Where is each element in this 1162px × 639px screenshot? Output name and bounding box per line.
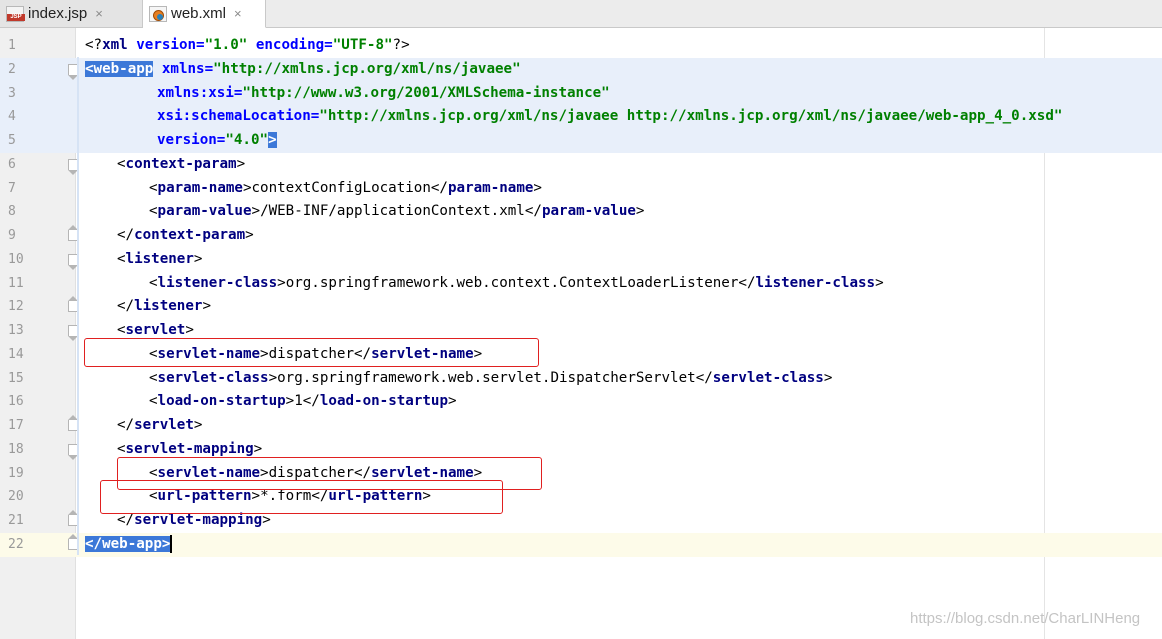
code-text: </listener> [117,298,211,315]
code-line: 9 </context-param> [0,224,1162,248]
close-icon[interactable]: × [234,6,242,21]
editor-tab-bar: JSP index.jsp × web.xml × [0,0,1162,28]
jsp-file-icon: JSP [6,5,25,22]
tab-label: web.xml [171,5,227,22]
line-number: 3 [8,85,16,101]
line-number: 10 [8,251,24,267]
line-number: 8 [8,204,16,220]
watermark: https://blog.csdn.net/CharLINHeng [910,610,1141,627]
code-text: xmlns:xsi="http://www.w3.org/2001/XMLSch… [157,84,610,101]
annotation-box-servlet-name [84,338,539,367]
line-number: 7 [8,180,16,196]
text-caret [170,534,173,553]
line-number: 4 [8,109,16,125]
code-line-current: 22 </web-app> [0,532,1162,557]
code-line: 11 <listener-class>org.springframework.w… [0,272,1162,296]
line-number: 20 [8,489,24,505]
line-number: 19 [8,465,24,481]
code-line: 3 xmlns:xsi="http://www.w3.org/2001/XMLS… [0,81,1162,106]
code-line: 8 <param-value>/WEB-INF/applicationConte… [0,200,1162,224]
code-line: 10 <listener> [0,248,1162,272]
line-number: 18 [8,441,24,457]
line-number: 11 [8,275,24,291]
xml-file-icon [149,5,167,22]
line-number: 1 [8,38,16,53]
code-text: <listener-class>org.springframework.web.… [149,274,884,291]
code-text: <param-value>/WEB-INF/applicationContext… [149,203,645,220]
code-line: 2 <web-app xmlns="http://xmlns.jcp.org/x… [0,57,1162,82]
line-number: 2 [8,61,16,77]
code-text: <load-on-startup>1</load-on-startup> [149,393,457,410]
code-text: <servlet-class>org.springframework.web.s… [149,369,833,386]
annotation-box-url-pattern [100,480,503,514]
code-line: 1 <?xml version="1.0" encoding="UTF-8"?> [0,34,1162,58]
close-icon[interactable]: × [95,6,103,21]
line-number: 15 [8,370,24,386]
scope-indicator [77,57,79,555]
code-line: 6 <context-param> [0,153,1162,177]
tab-label: index.jsp [28,5,88,22]
code-text: <web-app xmlns="http://xmlns.jcp.org/xml… [85,60,521,77]
code-text: <?xml version="1.0" encoding="UTF-8"?> [85,37,410,53]
code-text: <context-param> [117,155,246,172]
line-number: 14 [8,346,24,362]
line-number: 21 [8,513,24,528]
code-line: 4 xsi:schemaLocation="http://xmlns.jcp.o… [0,105,1162,129]
line-number: 16 [8,394,24,410]
line-number: 9 [8,228,16,243]
line-number: 6 [8,156,16,172]
code-line: 5 version="4.0"> [0,129,1162,153]
code-line: 12 </listener> [0,295,1162,319]
code-text: version="4.0"> [157,132,277,148]
code-text: <listener> [117,250,203,267]
line-number: 5 [8,133,16,148]
code-line: 15 <servlet-class>org.springframework.we… [0,367,1162,391]
line-number: 12 [8,299,24,315]
code-text: <param-name>contextConfigLocation</param… [149,179,542,196]
code-text: </servlet> [117,417,203,433]
line-number: 22 [8,536,24,552]
code-text: xsi:schemaLocation="http://xmlns.jcp.org… [157,108,1063,125]
line-number: 13 [8,323,24,338]
tab-index-jsp[interactable]: JSP index.jsp × [0,0,143,27]
tab-web-xml[interactable]: web.xml × [143,0,266,28]
code-line: 7 <param-name>contextConfigLocation</par… [0,177,1162,201]
code-line: 17 </servlet> [0,414,1162,438]
code-text: </context-param> [117,227,254,243]
code-line: 16 <load-on-startup>1</load-on-startup> [0,390,1162,414]
code-text: </web-app> [85,534,173,553]
line-number: 17 [8,418,24,433]
